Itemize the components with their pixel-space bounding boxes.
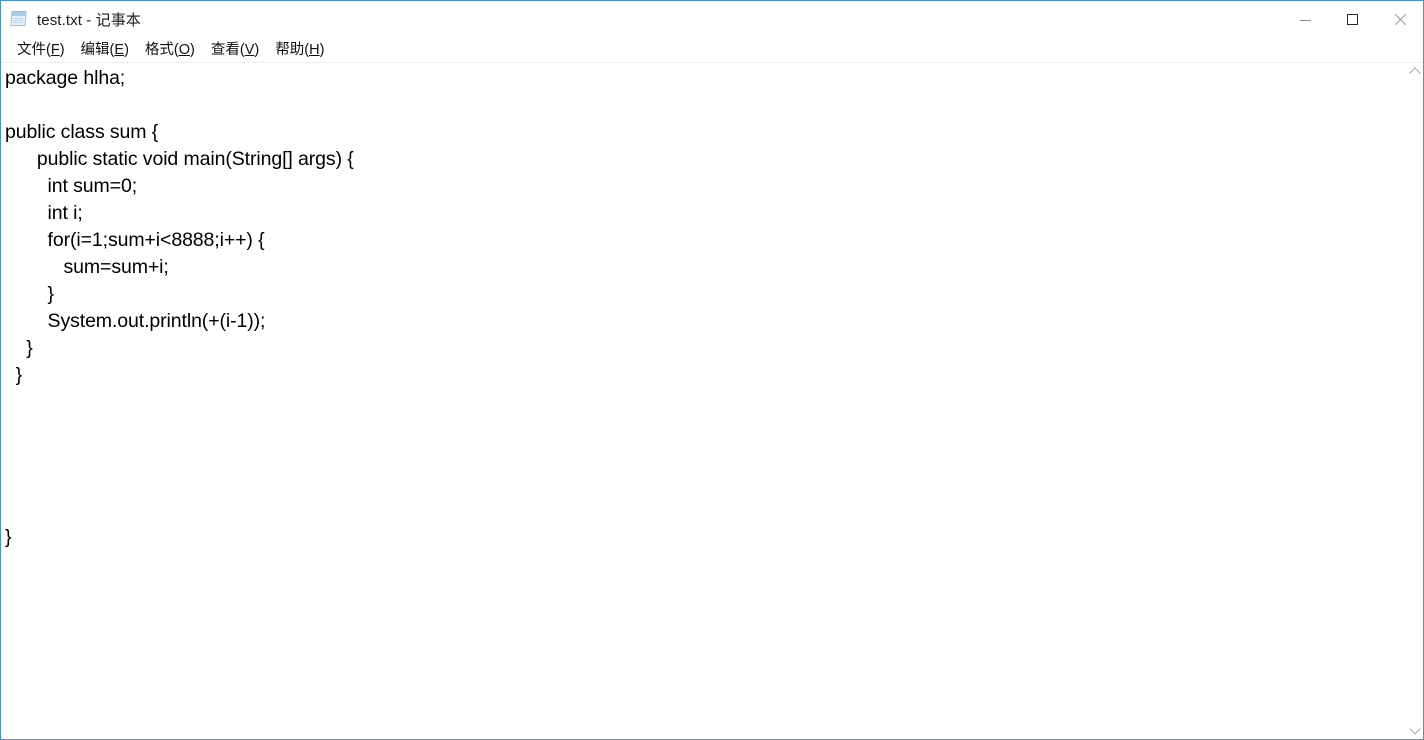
menu-item-edit-accelerator: E [114,41,125,58]
code-line: } [5,364,23,386]
menu-item-view[interactable]: 查看(V) [203,41,267,59]
window-title: test.txt - 记事本 [37,11,141,29]
code-line: sum=sum+i; [5,256,169,278]
vertical-scrollbar[interactable] [1405,63,1423,739]
menu-item-file-label: 文件 [17,41,46,58]
code-line: int sum=0; [5,175,138,197]
title-bar[interactable]: test.txt - 记事本 [1,1,1423,37]
editor-area: package hlha; public class sum { public … [1,63,1423,739]
scrollbar-track[interactable] [1406,80,1423,722]
maximize-icon [1347,13,1358,25]
code-line: for(i=1;sum+i<8888;i++) { [5,229,265,251]
menu-item-format-label: 格式 [144,41,174,58]
scroll-up-button[interactable] [1406,63,1423,80]
text-editor[interactable]: package hlha; public class sum { public … [1,63,1405,739]
minimize-button[interactable] [1282,1,1329,37]
maximize-button[interactable] [1329,1,1376,37]
menu-item-help-label: 帮助 [275,41,305,58]
notepad-window: test.txt - 记事本 文件(F) 编辑(E) 格式(O) 查看(V) 帮… [0,0,1424,740]
menu-item-help[interactable]: 帮助(H) [267,41,332,59]
menu-item-help-accelerator: H [309,41,320,58]
code-line: int i; [5,202,83,224]
code-line: } [5,526,12,548]
menu-item-edit-label: 编辑 [80,41,110,58]
code-line: public class sum { [5,121,159,143]
menu-item-file[interactable]: 文件(F) [9,41,73,59]
menu-item-view-accelerator: V [244,41,255,58]
scroll-down-button[interactable] [1406,722,1423,739]
menu-bar: 文件(F) 编辑(E) 格式(O) 查看(V) 帮助(H) [1,37,1423,63]
menu-item-file-accelerator: F [50,41,60,58]
code-line: } [5,337,33,359]
menu-item-view-label: 查看 [210,41,240,58]
menu-item-format-accelerator: O [178,41,191,58]
code-line: package hlha; [5,67,126,89]
code-line: System.out.println(+(i-1)); [5,310,266,332]
code-line: } [5,283,55,305]
notepad-icon [10,10,28,28]
close-button[interactable] [1376,1,1423,37]
close-icon [1393,13,1406,26]
code-line: public static void main(String[] args) { [5,148,354,170]
menu-item-format[interactable]: 格式(O) [137,41,203,59]
menu-item-edit[interactable]: 编辑(E) [73,41,137,59]
chevron-up-icon [1408,67,1421,79]
window-controls [1282,1,1423,37]
minimize-icon [1300,19,1311,21]
chevron-down-icon [1408,723,1421,735]
